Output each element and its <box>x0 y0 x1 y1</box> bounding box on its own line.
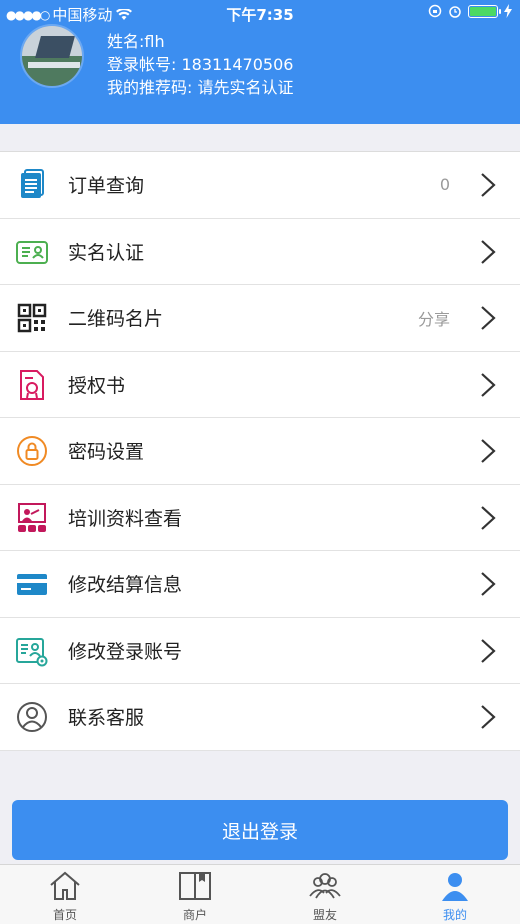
menu-item-qr-card[interactable]: 二维码名片 分享 <box>0 285 520 352</box>
avatar[interactable] <box>20 24 84 88</box>
tab-bar: 首页 商户 盟友 我的 <box>0 864 520 924</box>
chevron-right-icon <box>481 705 496 729</box>
user-name: 姓名:flh <box>107 32 165 51</box>
logout-button[interactable]: 退出登录 <box>12 800 508 860</box>
tab-home[interactable]: 首页 <box>0 865 130 924</box>
chevron-right-icon <box>481 638 496 663</box>
tab-label: 我的 <box>442 908 467 922</box>
chevron-right-icon <box>481 572 496 596</box>
menu-item-training-materials[interactable]: 培训资料查看 <box>0 485 520 551</box>
menu-item-label: 密码设置 <box>68 441 145 464</box>
user-account: 登录帐号: 18311470506 <box>107 55 294 74</box>
menu-item-label: 修改结算信息 <box>68 574 183 597</box>
charging-bolt-icon <box>504 4 512 18</box>
lock-icon <box>17 436 47 466</box>
friends-icon <box>309 873 341 899</box>
alarm-icon <box>449 6 461 18</box>
battery-icon <box>468 4 501 18</box>
tab-label: 首页 <box>52 908 77 922</box>
menu-item-customer-service[interactable]: 联系客服 <box>0 684 520 751</box>
person-icon <box>442 873 468 901</box>
chevron-right-icon <box>481 505 496 530</box>
home-icon <box>50 871 80 900</box>
status-bar: ●●●●○ 中国移动 下午7:35 <box>0 0 520 26</box>
menu-item-password-settings[interactable]: 密码设置 <box>0 418 520 485</box>
chevron-right-icon <box>481 173 496 197</box>
book-icon <box>179 872 211 900</box>
chevron-right-icon <box>481 306 496 330</box>
bank-card-icon <box>17 574 47 595</box>
tab-allies[interactable]: 盟友 <box>260 865 390 924</box>
menu-item-change-login-account[interactable]: 修改登录账号 <box>0 618 520 684</box>
tab-merchants[interactable]: 商户 <box>130 865 260 924</box>
menu-item-label: 联系客服 <box>68 707 145 730</box>
user-info: 姓名:flh 登录帐号: 18311470506 我的推荐码: 请先实名认证 <box>107 30 293 99</box>
menu-item-label: 授权书 <box>68 374 126 397</box>
order-count: 0 <box>439 175 450 195</box>
menu-item-label: 二维码名片 <box>68 308 164 331</box>
chevron-right-icon <box>481 372 496 397</box>
customer-service-icon <box>17 702 47 732</box>
chevron-right-icon <box>481 439 496 463</box>
menu-item-real-name-auth[interactable]: 实名认证 <box>0 219 520 285</box>
chevron-right-icon <box>481 239 496 264</box>
profile-header: ●●●●○ 中国移动 下午7:35 姓名:flh 登录帐号: 183114705… <box>0 0 520 124</box>
tab-label: 盟友 <box>312 908 337 922</box>
rotation-lock-icon <box>428 4 442 18</box>
tab-mine[interactable]: 我的 <box>390 865 520 924</box>
user-referral-code: 我的推荐码: 请先实名认证 <box>107 78 294 97</box>
id-card-icon <box>16 240 48 264</box>
order-document-icon <box>21 169 44 198</box>
training-presentation-icon <box>18 502 46 532</box>
menu-list: 订单查询 0 实名认证 二维码名片 分享 授权书 密码设置 培训资料查看 修改结… <box>0 151 520 751</box>
menu-item-label: 修改登录账号 <box>68 640 183 663</box>
menu-item-settlement-info[interactable]: 修改结算信息 <box>0 551 520 618</box>
qr-code-icon <box>17 303 47 333</box>
menu-item-authorization[interactable]: 授权书 <box>0 352 520 418</box>
account-settings-icon <box>16 637 48 666</box>
menu-item-label: 培训资料查看 <box>68 507 183 530</box>
menu-item-label: 实名认证 <box>68 241 145 264</box>
share-link[interactable]: 分享 <box>418 306 450 330</box>
certificate-icon <box>20 369 44 400</box>
menu-item-order-query[interactable]: 订单查询 0 <box>0 152 520 219</box>
tab-label: 商户 <box>182 908 207 922</box>
menu-item-label: 订单查询 <box>68 175 145 198</box>
